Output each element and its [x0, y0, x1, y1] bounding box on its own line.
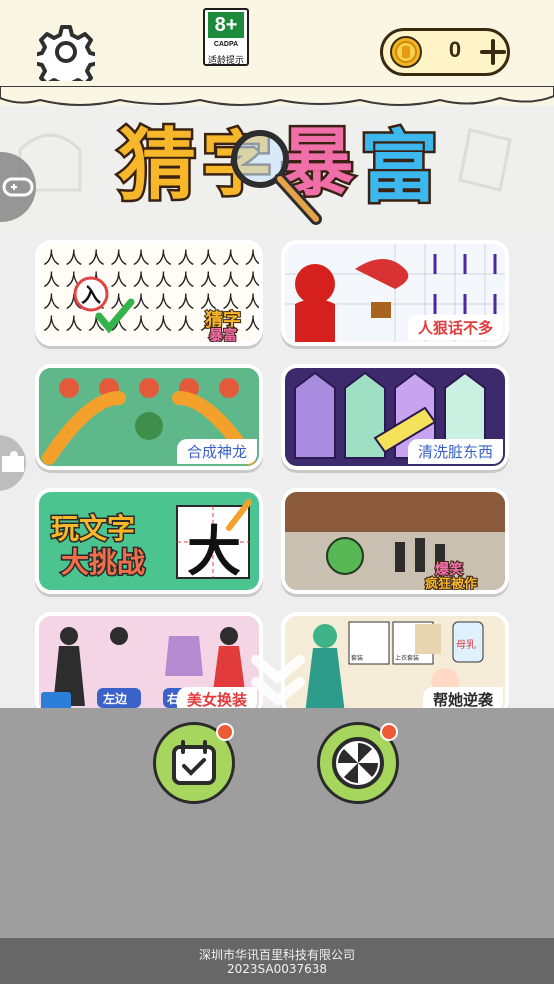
- svg-text:暴富: 暴富: [208, 327, 237, 342]
- age-rating-number: 8+: [208, 12, 244, 38]
- logo-char-4: 富: [360, 123, 438, 213]
- license-number: 2023SA0037638: [226, 962, 328, 976]
- age-rating-org: CADPA: [213, 41, 239, 48]
- svg-text:人 人 人 人 人 人 人 人 人 人: 人 人 人 人 人 人 人 人 人 人: [43, 249, 259, 269]
- puzzle-icon: [2, 451, 24, 472]
- card-thumb: 人 人 人 人 人 人 人 人 人 人 人 人 人 人 人 人 人 人 人 人 …: [39, 244, 259, 342]
- coin-count: 0: [448, 37, 462, 62]
- word-challenge-image: 玩文字 大挑战 大: [50, 499, 252, 583]
- gamepad-icon: [2, 177, 34, 197]
- svg-text:上衣套装: 上衣套装: [395, 654, 419, 662]
- svg-text:母乳: 母乳: [456, 638, 476, 651]
- game-logo: 猜 字 暴 富: [116, 118, 441, 225]
- daily-checkin-button[interactable]: [153, 722, 235, 804]
- game-card-label: 美女换装: [176, 687, 257, 708]
- card-thumb: 玩文字 大挑战 大: [39, 492, 259, 590]
- gear-icon[interactable]: [37, 23, 95, 81]
- lime-wheel-icon: [332, 737, 384, 789]
- game-card-word-challenge[interactable]: 玩文字 大挑战 大: [35, 488, 263, 594]
- chevron-down-icon[interactable]: [250, 650, 306, 716]
- svg-text:套装: 套装: [351, 654, 363, 662]
- age-rating-badge[interactable]: 8+ CADPA 适龄提示: [203, 8, 249, 66]
- game-card-dragon[interactable]: 合成神龙: [35, 364, 263, 470]
- svg-text:入: 入: [81, 283, 101, 307]
- crazy-street-image: 爆笑 疯狂被作: [285, 492, 505, 590]
- svg-text:大挑战: 大挑战: [61, 546, 145, 579]
- char-grid-image: 人 人 人 人 人 人 人 人 人 人 人 人 人 人 人 人 人 人 人 人 …: [43, 249, 259, 342]
- notification-dot: [216, 723, 234, 741]
- svg-text:大: 大: [187, 520, 241, 583]
- svg-text:左边: 左边: [102, 691, 128, 706]
- game-card-wash[interactable]: 清洗脏东西: [281, 364, 509, 470]
- game-card-label: 人狠话不多: [407, 315, 503, 340]
- game-card-dressup[interactable]: 左边 右 美女换装: [35, 612, 263, 708]
- coin-icon: [390, 36, 422, 68]
- game-card-tough-guy[interactable]: 人狠话不多: [281, 240, 509, 346]
- game-card-label: 清洗脏东西: [407, 439, 503, 464]
- svg-text:玩文字: 玩文字: [51, 512, 135, 545]
- footer: 深圳市华讯百里科技有限公司 2023SA0037638: [0, 938, 554, 984]
- notification-dot: [380, 723, 398, 741]
- lucky-wheel-button[interactable]: [317, 722, 399, 804]
- calendar-icon: [172, 740, 216, 785]
- svg-text:疯狂被作: 疯狂被作: [425, 576, 477, 590]
- card-thumb: 爆笑 疯狂被作: [285, 492, 505, 590]
- game-card-comeback[interactable]: 套装 上衣套装 母乳 帮她逆袭: [281, 612, 509, 708]
- svg-text:爆笑: 爆笑: [435, 561, 463, 578]
- game-card-label: 合成神龙: [176, 439, 257, 464]
- age-rating-tip: 适龄提示: [207, 56, 244, 66]
- game-card-label: 帮她逆袭: [422, 687, 503, 708]
- game-card-guess-char[interactable]: 人 人 人 人 人 人 人 人 人 人 人 人 人 人 人 人 人 人 人 人 …: [35, 240, 263, 346]
- game-card-crazy[interactable]: 爆笑 疯狂被作: [281, 488, 509, 594]
- plus-icon[interactable]: [479, 35, 507, 69]
- coin-counter: 0: [380, 28, 510, 76]
- company-name: 深圳市华讯百里科技有限公司: [198, 948, 355, 962]
- game-list[interactable]: 人 人 人 人 人 人 人 人 人 人 人 人 人 人 人 人 人 人 人 人 …: [0, 230, 554, 708]
- logo-char-1: 猜: [118, 121, 196, 211]
